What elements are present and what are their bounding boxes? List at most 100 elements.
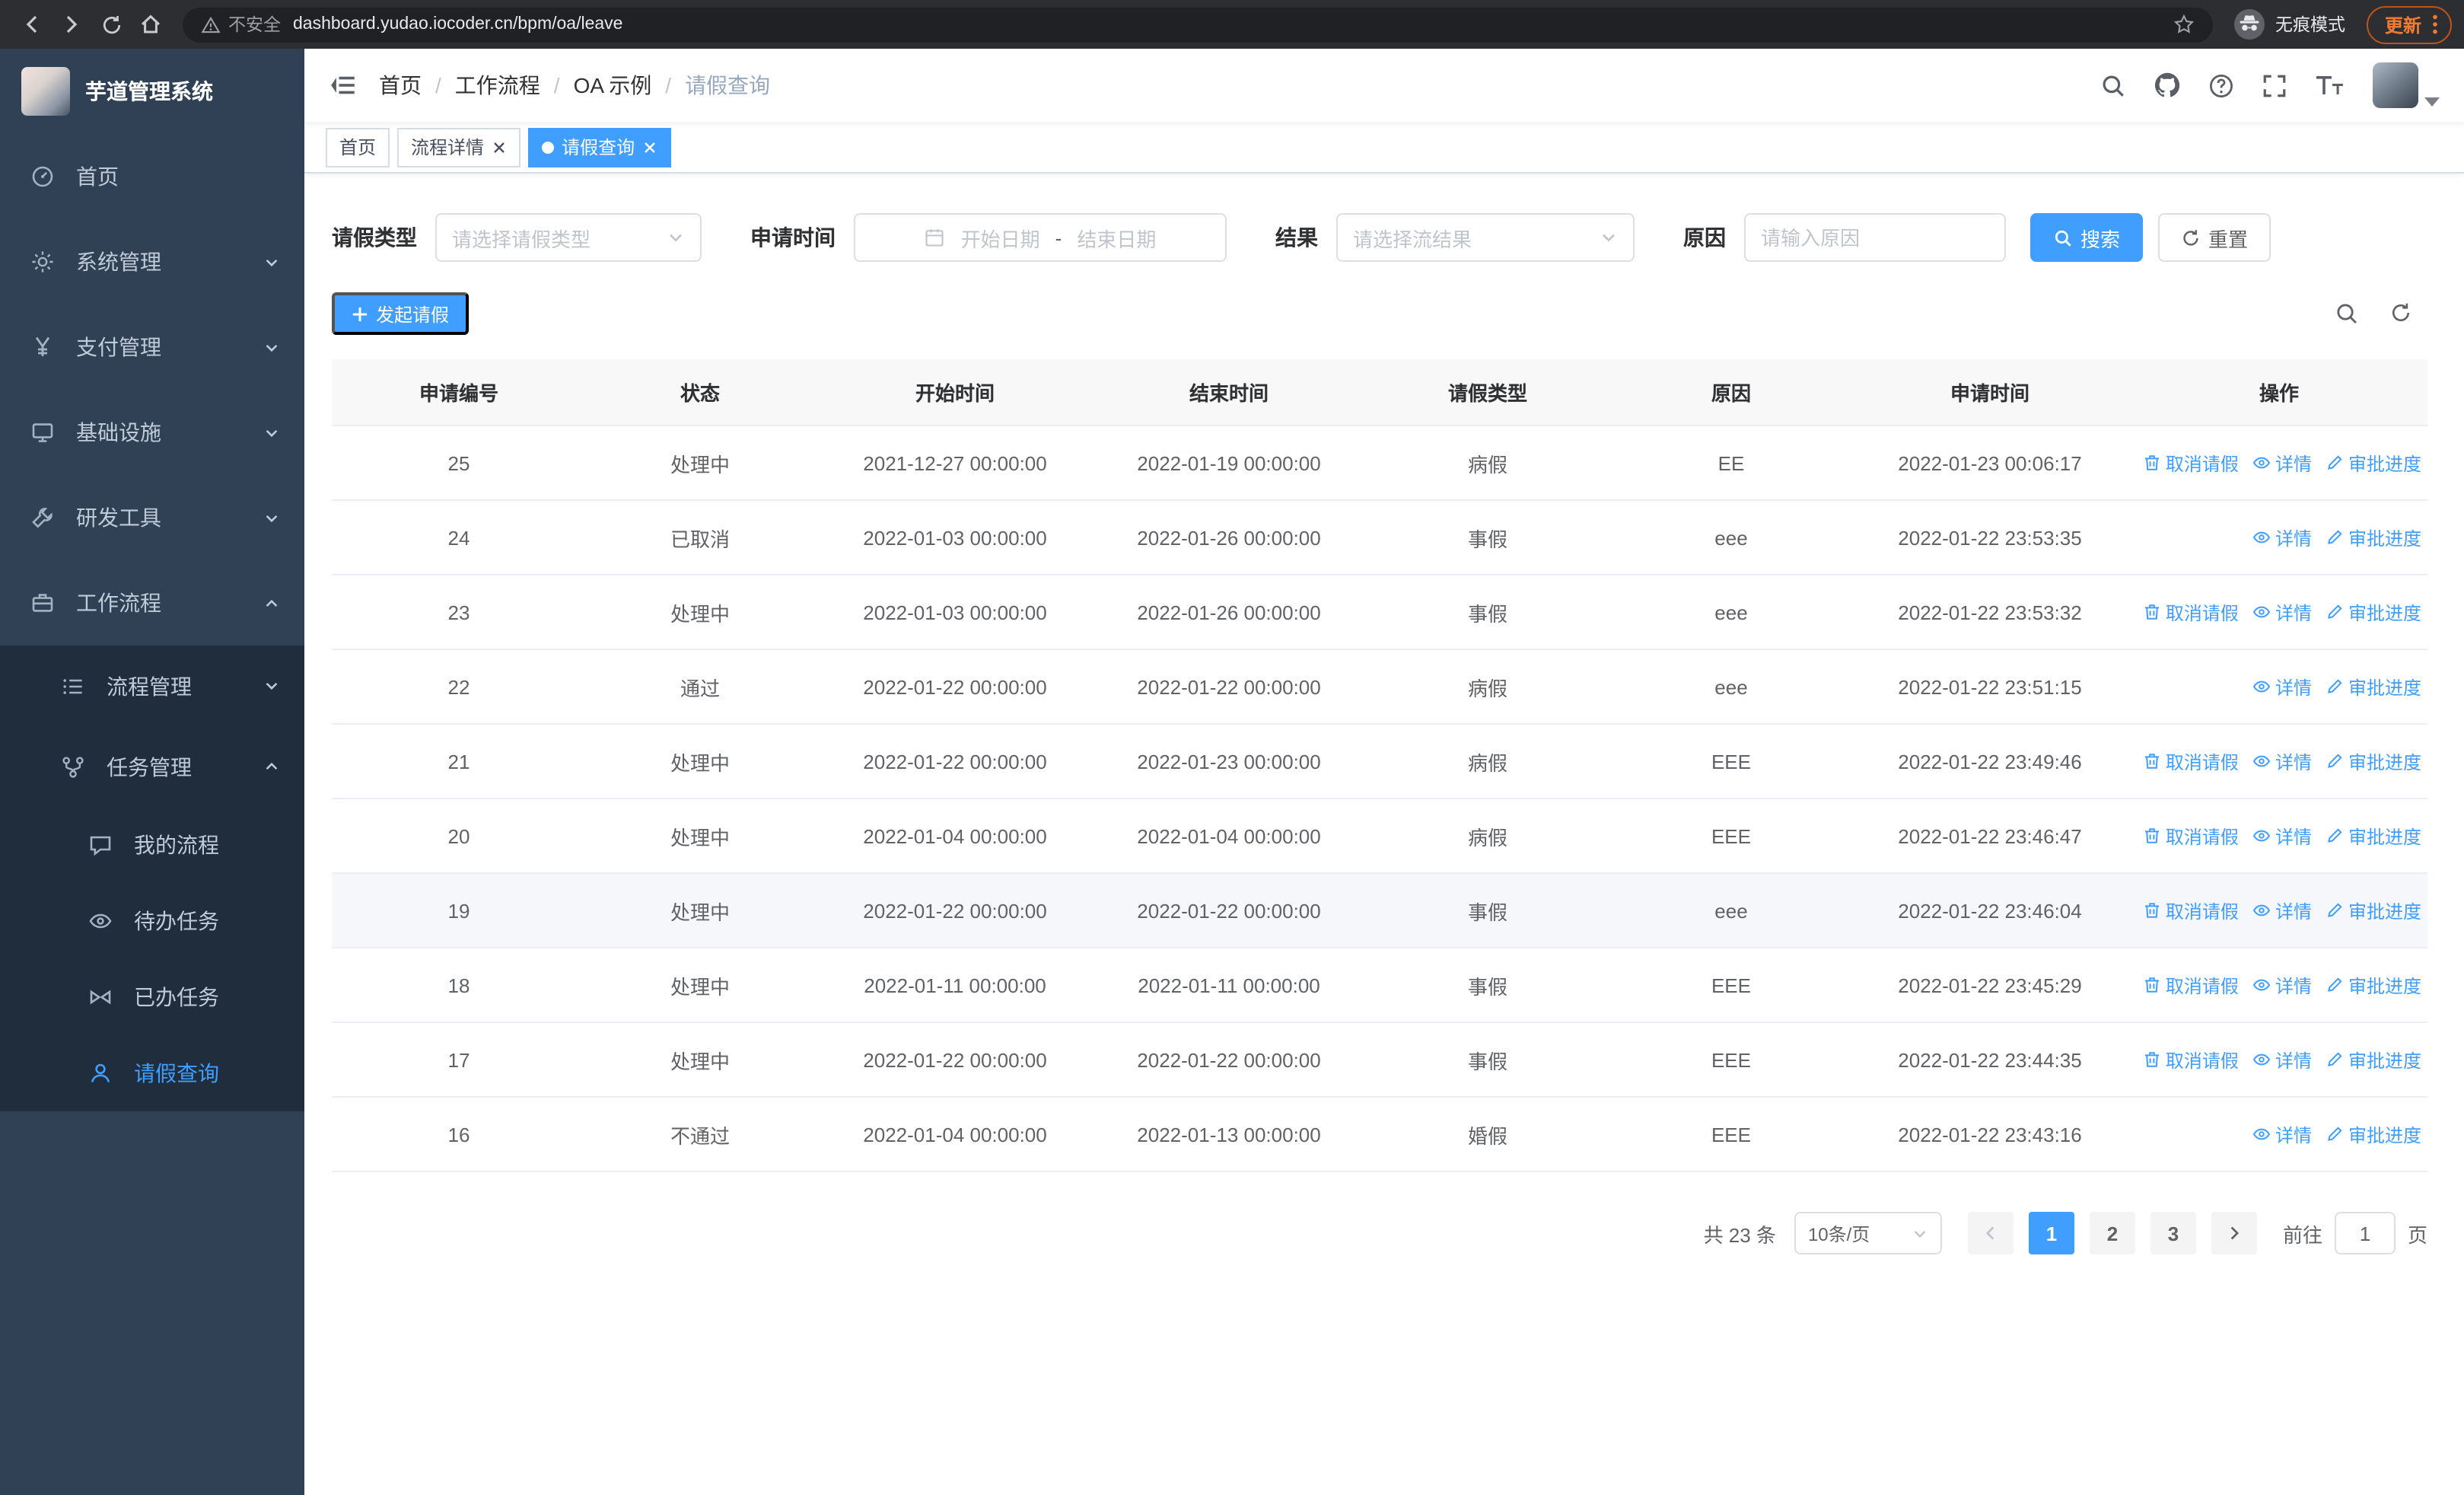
bookmark-star-icon[interactable]	[2173, 14, 2195, 35]
reason-input[interactable]	[1744, 213, 2006, 262]
apply-time-label: 申请时间	[750, 225, 836, 250]
close-icon[interactable]	[492, 139, 507, 155]
trash-icon	[2144, 977, 2159, 993]
cell-apply-id: 24	[447, 526, 470, 549]
row-action-detail[interactable]: 详情	[2252, 1047, 2312, 1073]
table-row: 18 处理中 2022-01-11 00:00:00 2022-01-11 00…	[332, 948, 2427, 1023]
row-action-progress[interactable]: 审批进度	[2326, 1121, 2421, 1147]
page-size-select[interactable]: 10条/页	[1794, 1212, 1942, 1254]
sidebar-item-workflow[interactable]: 工作流程	[0, 560, 304, 645]
column-header: 请假类型	[1447, 382, 1527, 405]
sidebar-item-done-tasks[interactable]: 已办任务	[0, 959, 304, 1035]
user-menu[interactable]	[2373, 62, 2440, 108]
row-action-cancel[interactable]: 取消请假	[2143, 897, 2239, 923]
row-action-detail[interactable]: 详情	[2252, 823, 2312, 849]
goto-page-input[interactable]	[2334, 1212, 2396, 1254]
apply-time-range-picker[interactable]: 开始日期 - 结束日期	[854, 213, 1227, 262]
help-icon[interactable]	[2208, 72, 2234, 98]
app-logo[interactable]: 芋道管理系统	[0, 49, 304, 134]
row-action-detail[interactable]: 详情	[2252, 450, 2312, 476]
sidebar-item-process-mgmt[interactable]: 流程管理	[0, 645, 304, 726]
edit-icon	[2328, 1127, 2342, 1141]
browser-reload-button[interactable]	[91, 5, 131, 44]
row-action-progress[interactable]: 审批进度	[2326, 823, 2421, 849]
row-action-detail[interactable]: 详情	[2252, 972, 2312, 998]
row-action-cancel[interactable]: 取消请假	[2143, 748, 2239, 774]
address-bar[interactable]: 不安全 dashboard.yudao.iocoder.cn/bpm/oa/le…	[183, 7, 2213, 42]
row-action-detail[interactable]: 详情	[2252, 1121, 2312, 1147]
sidebar-item-system-mgmt[interactable]: 系统管理	[0, 219, 304, 304]
row-action-cancel[interactable]: 取消请假	[2143, 972, 2239, 998]
row-action-cancel[interactable]: 取消请假	[2143, 823, 2239, 849]
eye-icon	[2252, 755, 2271, 767]
sidebar-item-todo-tasks[interactable]: 待办任务	[0, 883, 304, 959]
sidebar-item-leave-query[interactable]: 请假查询	[0, 1035, 304, 1111]
create-leave-button[interactable]: 发起请假	[332, 292, 470, 335]
page-button-3[interactable]: 3	[2150, 1212, 2196, 1254]
row-action-progress[interactable]: 审批进度	[2326, 1047, 2421, 1073]
cell-actions: 取消请假 详情 审批进度	[2131, 426, 2427, 499]
refresh-table-icon[interactable]	[2389, 301, 2412, 326]
cell-status: 处理中	[670, 453, 730, 476]
cell-reason: eee	[1714, 526, 1748, 549]
table-row: 19 处理中 2022-01-22 00:00:00 2022-01-22 00…	[332, 874, 2427, 948]
browser-forward-button[interactable]	[52, 5, 91, 44]
row-action-detail[interactable]: 详情	[2252, 674, 2312, 700]
breadcrumb-item[interactable]: OA 示例	[574, 70, 652, 100]
toggle-search-icon[interactable]	[2335, 301, 2359, 326]
row-action-detail[interactable]: 详情	[2252, 748, 2312, 774]
prev-page-button[interactable]	[1967, 1212, 2014, 1254]
row-action-cancel[interactable]: 取消请假	[2143, 599, 2239, 625]
leave-type-select[interactable]: 请选择请假类型	[435, 213, 702, 262]
sidebar-item-home[interactable]: 首页	[0, 134, 304, 219]
close-icon[interactable]	[642, 139, 657, 155]
breadcrumb-item[interactable]: 首页	[379, 70, 422, 100]
row-action-progress[interactable]: 审批进度	[2326, 897, 2421, 923]
font-size-icon[interactable]	[2315, 73, 2345, 97]
github-icon[interactable]	[2154, 72, 2181, 99]
security-chip[interactable]: 不安全	[201, 12, 281, 37]
row-action-cancel[interactable]: 取消请假	[2143, 1047, 2239, 1073]
next-page-button[interactable]	[2211, 1212, 2257, 1254]
tab-leave-query[interactable]: 请假查询	[528, 127, 672, 167]
sidebar-item-payment-mgmt[interactable]: 支付管理	[0, 304, 304, 390]
cell-apply-id: 18	[447, 974, 470, 996]
cell-apply-id: 17	[447, 1048, 470, 1071]
browser-back-button[interactable]	[12, 5, 52, 44]
browser-update-button[interactable]: 更新	[2366, 5, 2452, 43]
eye-icon	[88, 909, 113, 933]
page-button-1[interactable]: 1	[2028, 1212, 2074, 1254]
search-button[interactable]: 搜索	[2030, 213, 2144, 262]
reset-button[interactable]: 重置	[2158, 213, 2271, 262]
sidebar-item-my-process[interactable]: 我的流程	[0, 807, 304, 883]
header-search-icon[interactable]	[2100, 72, 2126, 98]
browser-home-button[interactable]	[131, 5, 170, 44]
trash-icon	[2144, 903, 2159, 918]
briefcase-icon	[30, 591, 55, 615]
breadcrumb-item[interactable]: 工作流程	[455, 70, 540, 100]
row-action-progress[interactable]: 审批进度	[2326, 524, 2421, 550]
sidebar-collapse-icon[interactable]	[329, 72, 356, 99]
bowtie-icon	[88, 985, 113, 1009]
row-action-progress[interactable]: 审批进度	[2326, 599, 2421, 625]
row-action-detail[interactable]: 详情	[2252, 524, 2312, 550]
tab-process-detail[interactable]: 流程详情	[397, 127, 521, 167]
page-unit-label: 页	[2407, 1223, 2427, 1246]
row-action-detail[interactable]: 详情	[2252, 599, 2312, 625]
row-action-detail[interactable]: 详情	[2252, 897, 2312, 923]
row-action-progress[interactable]: 审批进度	[2326, 674, 2421, 700]
row-action-progress[interactable]: 审批进度	[2326, 748, 2421, 774]
row-action-progress[interactable]: 审批进度	[2326, 972, 2421, 998]
sidebar: 芋道管理系统 首页 系统管理 支付管理 基础设施 研发工具 工作流程 流程管理 …	[0, 49, 304, 1495]
sidebar-item-infrastructure[interactable]: 基础设施	[0, 390, 304, 475]
sidebar-item-task-mgmt[interactable]: 任务管理	[0, 726, 304, 807]
cell-leave-type: 事假	[1467, 602, 1507, 625]
fullscreen-icon[interactable]	[2262, 72, 2287, 98]
page-button-2[interactable]: 2	[2089, 1212, 2135, 1254]
tab-home[interactable]: 首页	[326, 127, 390, 167]
row-action-progress[interactable]: 审批进度	[2326, 450, 2421, 476]
row-action-cancel[interactable]: 取消请假	[2143, 450, 2239, 476]
sidebar-item-label: 已办任务	[134, 985, 219, 1009]
result-select[interactable]: 请选择流结果	[1336, 213, 1635, 262]
sidebar-item-dev-tools[interactable]: 研发工具	[0, 475, 304, 560]
